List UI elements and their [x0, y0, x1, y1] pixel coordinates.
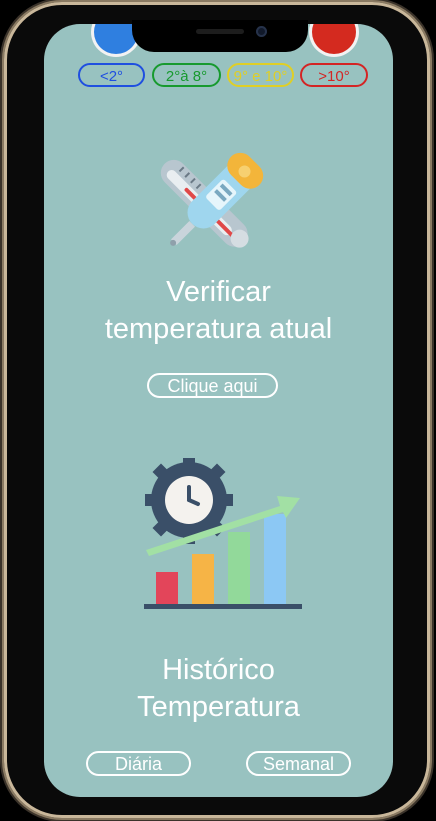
thermometer-icon [160, 152, 264, 248]
legend-below-2: <2° [78, 63, 145, 87]
speaker-grille [196, 29, 244, 34]
check-temperature-button[interactable]: Clique aqui [147, 373, 278, 398]
current-title-line2: temperatura atual [104, 313, 333, 345]
weekly-history-button[interactable]: Semanal [246, 751, 351, 776]
current-title-line1: Verificar [166, 276, 271, 308]
hot-indicator-dot [312, 24, 356, 54]
history-title-line2: Temperatura [137, 691, 300, 723]
phone-notch [132, 20, 308, 52]
app-screen: <2° 2°à 8° 9° e 10° >10° Verificar tempe… [44, 24, 393, 797]
temperature-legend: <2° 2°à 8° 9° e 10° >10° [44, 63, 393, 91]
legend-above-10: >10° [300, 63, 368, 87]
legend-9-and-10: 9° e 10° [227, 63, 294, 87]
legend-2-to-8: 2°à 8° [152, 63, 221, 87]
history-title-line1: Histórico [162, 654, 275, 686]
history-title: Histórico Temperatura [44, 652, 393, 726]
history-chart-icon [144, 458, 302, 609]
daily-history-button[interactable]: Diária [86, 751, 191, 776]
front-camera [256, 26, 267, 37]
current-temperature-title: Verificar temperatura atual [44, 274, 393, 348]
